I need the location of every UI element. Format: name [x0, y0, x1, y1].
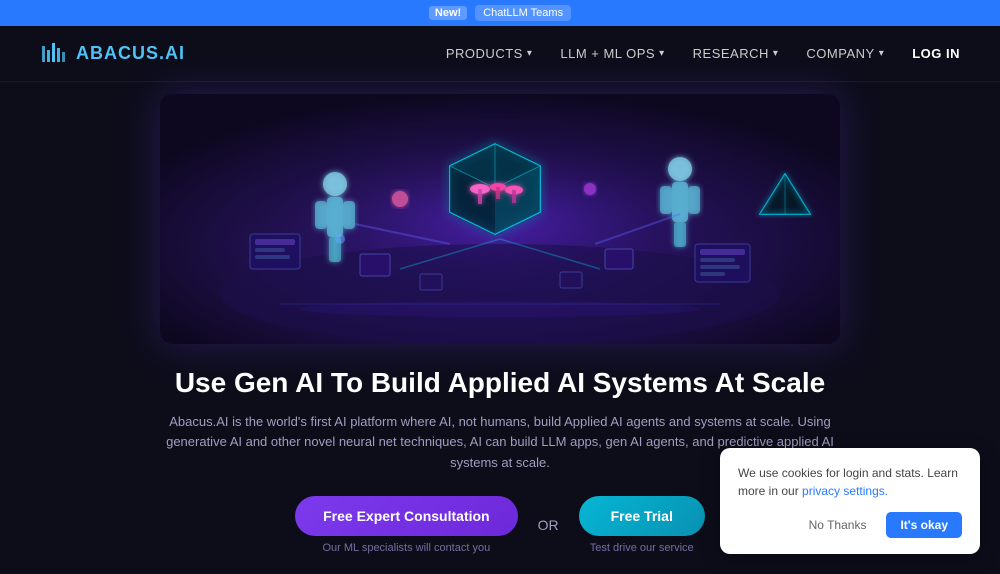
nav-products[interactable]: PRODUCTS ▾: [446, 46, 532, 61]
trial-caption: Test drive our service: [590, 542, 694, 554]
trial-group: Free Trial Test drive our service: [579, 496, 705, 554]
cookie-text: We use cookies for login and stats. Lear…: [738, 464, 962, 500]
cookie-buttons: No Thanks It's okay: [738, 512, 962, 538]
nav-llm-mlops[interactable]: LLM + ML Ops ▾: [560, 46, 664, 61]
privacy-link[interactable]: privacy settings.: [802, 484, 888, 498]
logo-text: ABACUS.AI: [76, 43, 185, 64]
trial-button[interactable]: Free Trial: [579, 496, 705, 536]
nav-research[interactable]: RESEARCH ▾: [693, 46, 779, 61]
nav-login[interactable]: LOG IN: [912, 46, 960, 61]
hero-illustration: [160, 94, 840, 344]
consultation-button[interactable]: Free Expert Consultation: [295, 496, 517, 536]
logo-icon: [40, 40, 68, 68]
navigation: ABACUS.AI PRODUCTS ▾ LLM + ML Ops ▾ RESE…: [0, 26, 1000, 82]
cookie-decline-button[interactable]: No Thanks: [799, 512, 877, 538]
cookie-banner: We use cookies for login and stats. Lear…: [720, 448, 980, 554]
cta-section: Free Expert Consultation Our ML speciali…: [295, 496, 705, 554]
company-arrow: ▾: [879, 48, 885, 59]
llm-arrow: ▾: [659, 48, 665, 59]
logo[interactable]: ABACUS.AI: [40, 40, 185, 68]
nav-company[interactable]: COMPANY ▾: [806, 46, 884, 61]
nav-links: PRODUCTS ▾ LLM + ML Ops ▾ RESEARCH ▾ COM…: [446, 46, 960, 61]
announcement-bar: New! ChatLLM Teams: [0, 0, 1000, 26]
chatllm-link[interactable]: ChatLLM Teams: [475, 5, 571, 21]
research-arrow: ▾: [773, 48, 779, 59]
consultation-group: Free Expert Consultation Our ML speciali…: [295, 496, 517, 554]
products-arrow: ▾: [527, 48, 533, 59]
main-content: Use Gen AI To Build Applied AI Systems A…: [0, 82, 1000, 574]
cookie-accept-button[interactable]: It's okay: [886, 512, 962, 538]
hero-headline: Use Gen AI To Build Applied AI Systems A…: [160, 366, 840, 400]
consultation-caption: Our ML specialists will contact you: [323, 542, 491, 554]
new-badge: New!: [429, 6, 467, 20]
or-divider: OR: [538, 517, 559, 533]
